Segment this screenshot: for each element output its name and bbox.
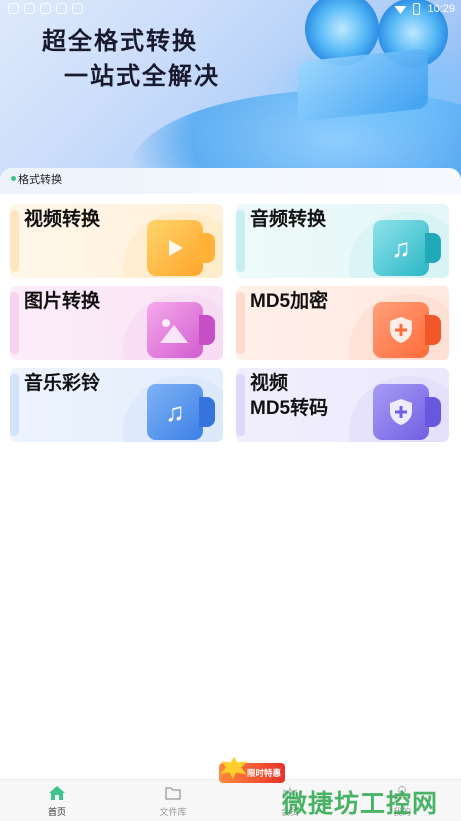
card-label: 视频转换 [24,209,101,230]
card-label: MD5加密 [250,291,329,312]
image-icon [147,302,215,358]
notification-icon [40,3,51,14]
card-label: 视频 MD5转码 [250,371,328,421]
card-label-line1: 视频 [250,373,289,394]
card-label: 音频转换 [250,209,327,230]
md5-encrypt-card[interactable]: MD5加密 [236,286,449,360]
audio-convert-card[interactable]: 音频转换 ♫ [236,204,449,278]
card-label-line2: MD5转码 [250,398,329,419]
card-label: 音乐彩铃 [24,373,101,394]
card-edge-decoration [10,374,19,436]
card-edge-decoration [236,210,245,272]
shield-plus-icon [373,302,441,358]
video-convert-card[interactable]: 视频转换 [10,204,223,278]
notification-icon [8,3,19,14]
card-edge-decoration [236,374,245,436]
play-icon [147,220,215,276]
nav-label: 首页 [47,807,66,817]
nav-item-files[interactable]: 文件库 [133,780,213,821]
music-note-icon: ♫ [147,384,215,440]
nav-item-home[interactable]: 首页 [17,780,97,821]
app-notification-icon [72,3,83,14]
home-icon [49,786,65,800]
section-header: 格式转换 [0,168,461,194]
image-convert-card[interactable]: 图片转换 [10,286,223,360]
download-icon [56,3,67,14]
battery-icon [413,3,421,15]
ringtone-card[interactable]: 音乐彩铃 ♫ [10,368,223,442]
watermark: 微捷坊工控网 [282,789,439,818]
video-md5-card[interactable]: 视频 MD5转码 [236,368,449,442]
promo-badge-label: 限时特惠 [246,768,281,778]
wifi-icon [394,6,407,14]
card-edge-decoration [10,210,19,272]
card-edge-decoration [10,292,19,354]
shield-plus-icon [373,384,441,440]
folder-icon [165,787,181,800]
status-bar: 10:29 [0,0,461,20]
nav-label: 文件库 [159,807,187,817]
card-edge-decoration [236,292,245,354]
system-icons: 10:29 [394,3,455,15]
banner-headline-line2: 一站式全解决 [64,63,220,90]
hero-banner[interactable]: 超全格式转换 一站式全解决 [0,0,461,190]
card-label: 图片转换 [24,291,101,312]
status-time: 10:29 [427,3,455,15]
notification-icons [8,3,83,14]
section-dot-icon [11,176,16,181]
section-title: 格式转换 [18,174,62,186]
banner-headline-line1: 超全格式转换 [42,28,198,55]
notification-icon [24,3,35,14]
music-note-icon: ♫ [373,220,441,276]
